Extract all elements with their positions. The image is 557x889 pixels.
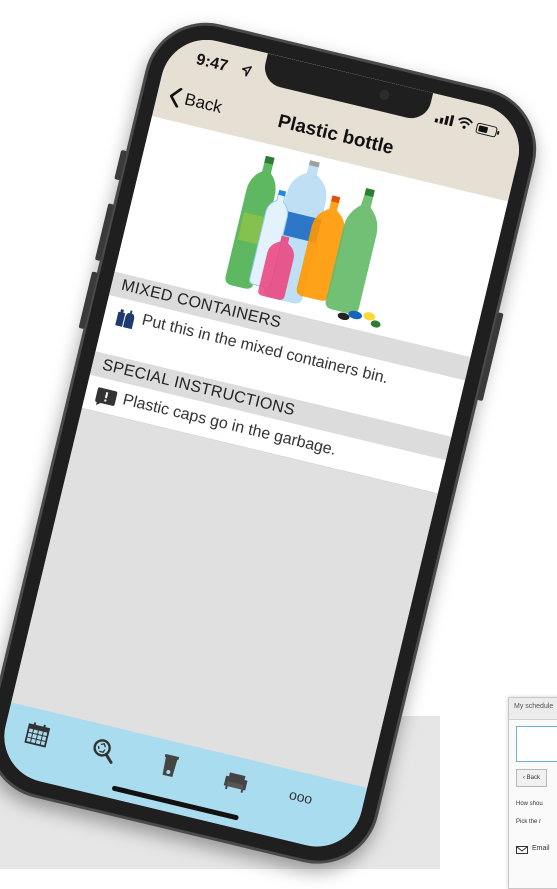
search-recycle-icon[interactable] [88, 735, 119, 766]
email-icon [516, 846, 528, 854]
more-icon[interactable]: ooo [287, 786, 321, 812]
mixed-containers-icon [115, 309, 135, 330]
background-text-line: How shou [516, 801, 543, 807]
wifi-icon [458, 117, 473, 129]
email-label: Email [532, 845, 550, 852]
bin-icon[interactable] [154, 750, 185, 781]
status-time: 9:47 [194, 51, 230, 76]
battery-icon [475, 122, 500, 138]
bulky-item-icon[interactable] [220, 766, 251, 797]
background-text-line: Pick the r [516, 819, 542, 825]
background-header: My schedule [509, 698, 557, 720]
phone-screen: 9:47 Back Plastic bottle MIXED CONTAINER… [0, 30, 529, 856]
alert-icon [95, 387, 118, 406]
location-arrow-icon [241, 66, 252, 77]
background-screenshot: My schedule ‹ Back How shou Pick the r E… [508, 697, 557, 889]
background-back-button: ‹ Back [516, 769, 548, 787]
calendar-icon[interactable] [22, 719, 53, 750]
item-detail: MIXED CONTAINERS Put this in the mixed c… [11, 116, 508, 788]
camera [378, 88, 391, 101]
signal-icon [434, 114, 455, 127]
phone-mockup: 9:47 Back Plastic bottle MIXED CONTAINER… [0, 10, 549, 877]
background-input [516, 726, 557, 762]
background-back-label: Back [526, 775, 541, 781]
